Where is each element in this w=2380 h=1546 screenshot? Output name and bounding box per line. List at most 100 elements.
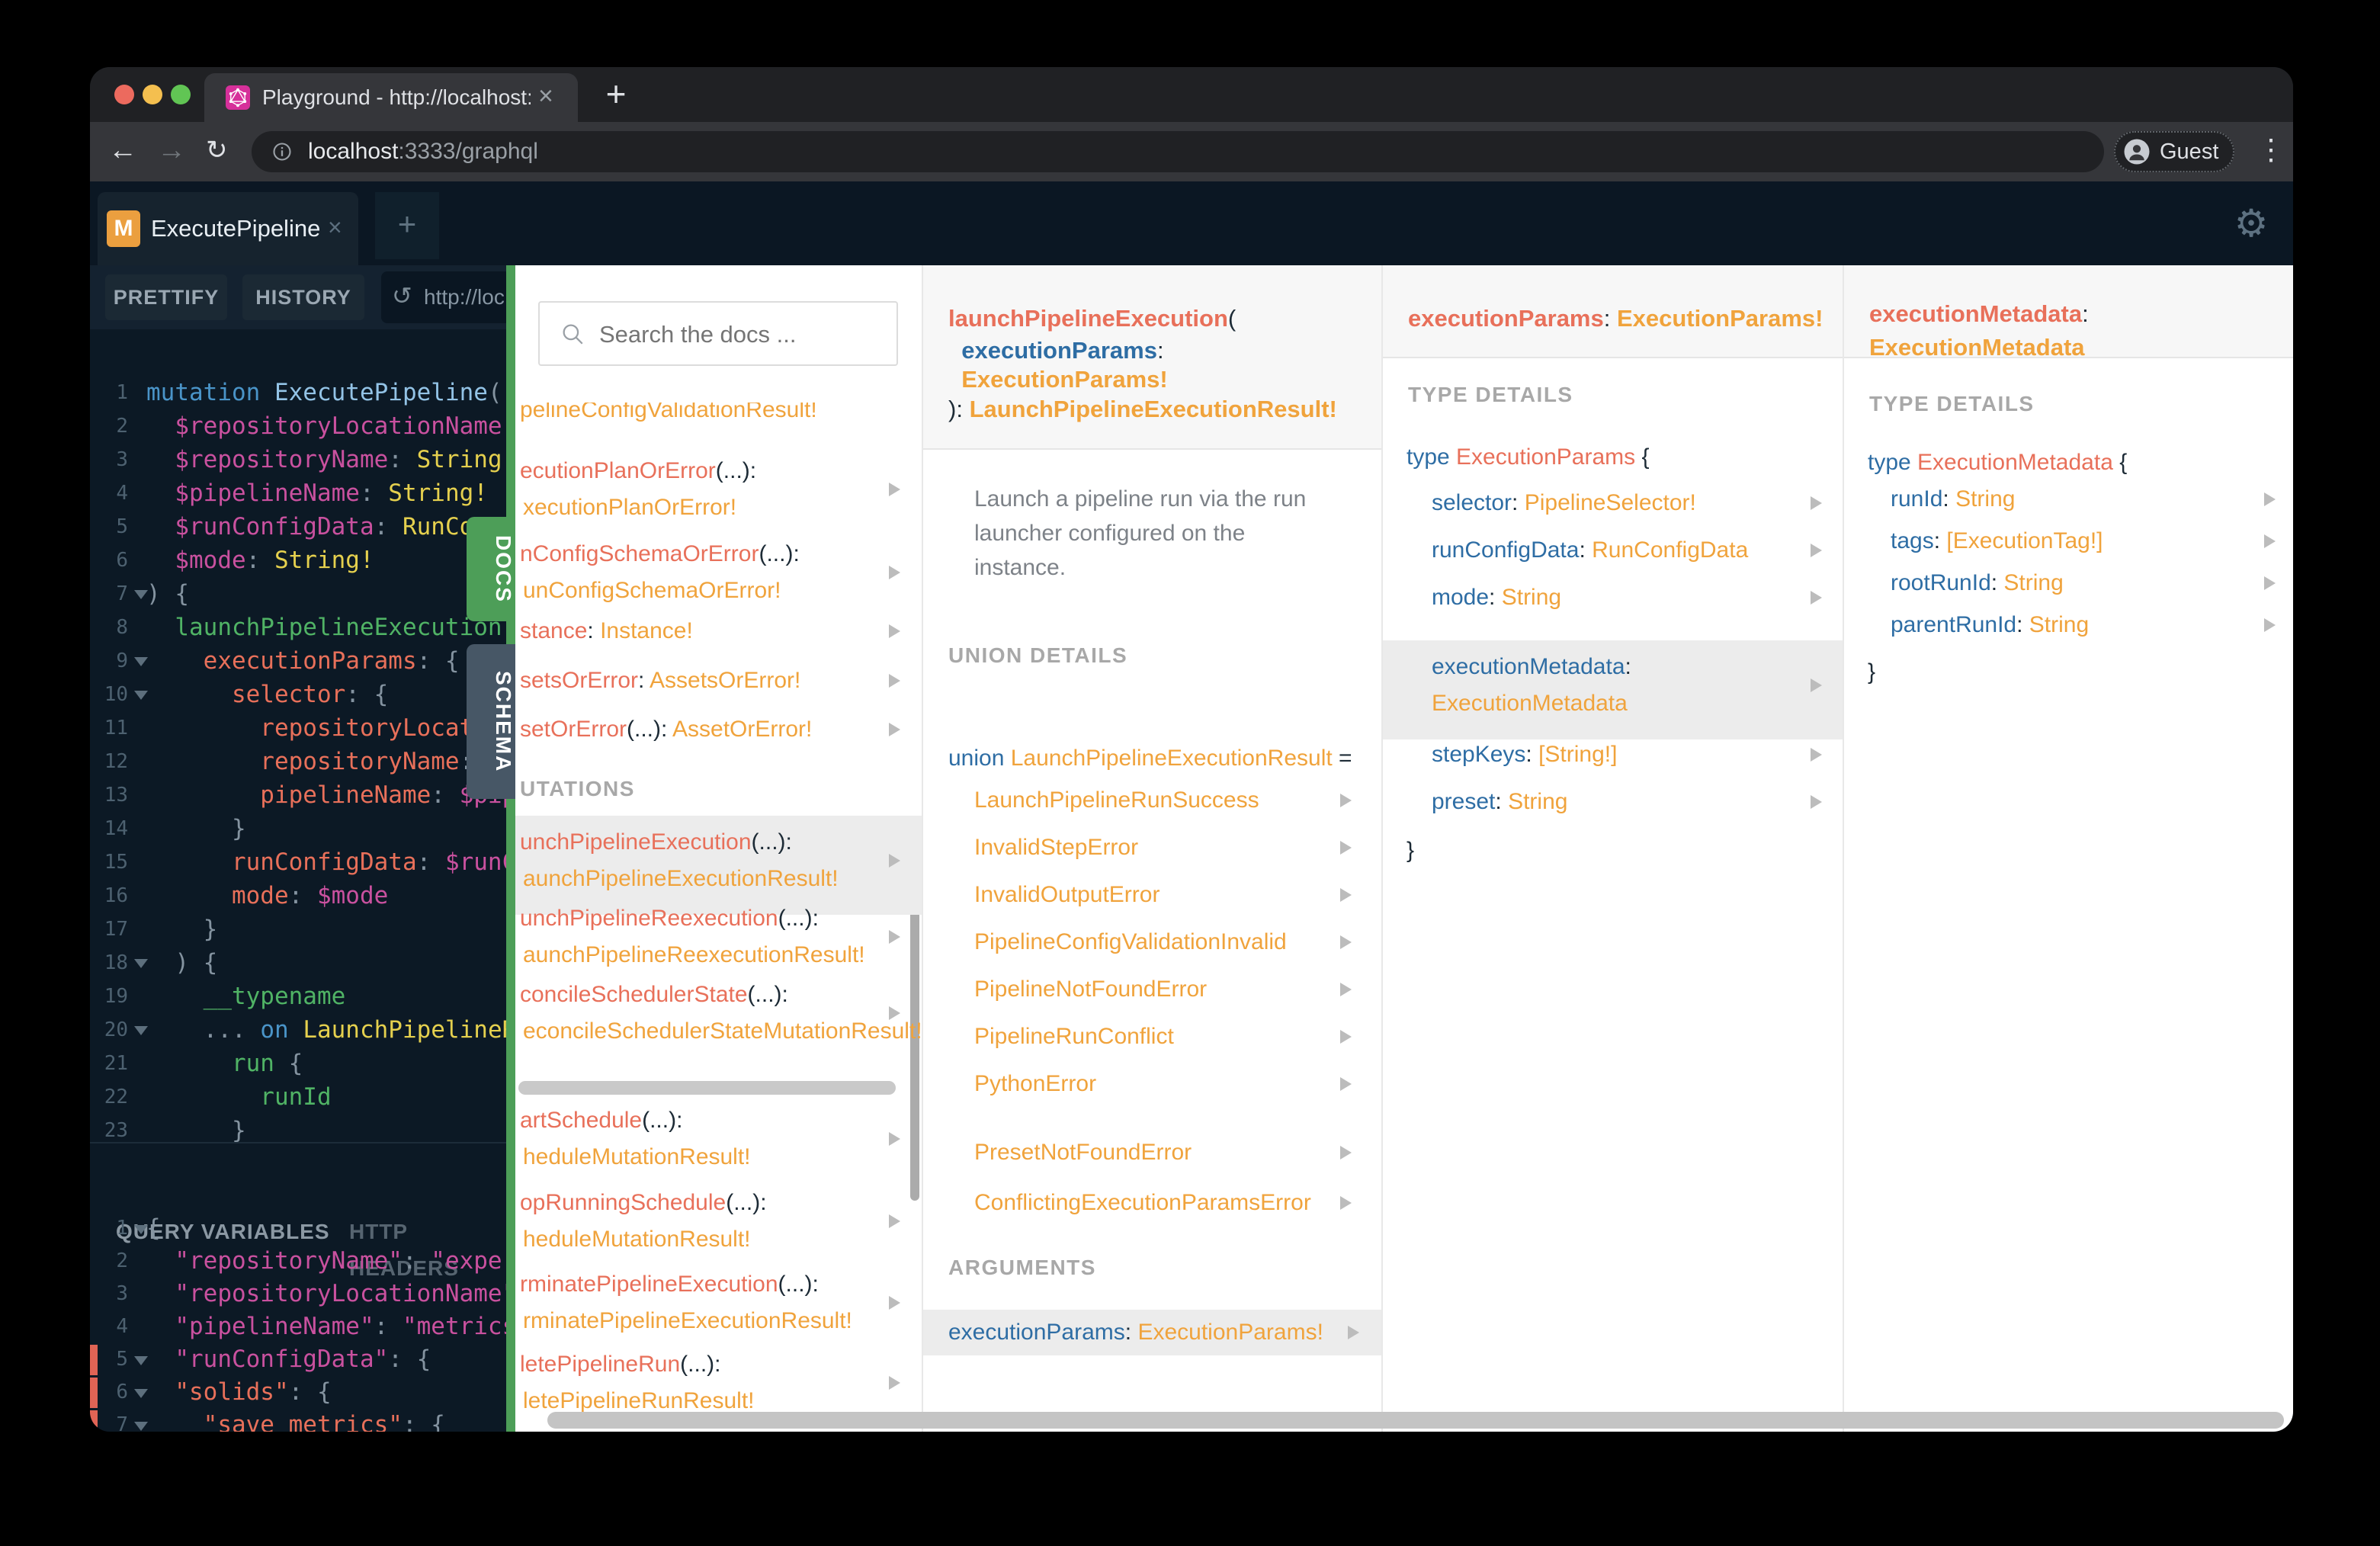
chevron-right-icon[interactable]: [1340, 1146, 1352, 1160]
doc-list-item[interactable]: rootRunId: String: [1891, 569, 2064, 598]
chevron-right-icon[interactable]: [1348, 1326, 1359, 1339]
traffic-light-minimize[interactable]: [143, 85, 162, 104]
browser-menu-icon[interactable]: ⋮: [2257, 122, 2285, 181]
doc-list-item[interactable]: nConfigSchemaOrError(...):: [520, 540, 800, 569]
chevron-right-icon[interactable]: [1340, 1077, 1352, 1091]
chevron-right-icon[interactable]: [1811, 795, 1822, 809]
playground-tab[interactable]: M ExecutePipeline ×: [98, 192, 358, 265]
union-member[interactable]: InvalidOutputError: [974, 880, 1160, 909]
doc-list-item[interactable]: artSchedule(...):: [520, 1106, 682, 1135]
doc-list-item-type[interactable]: aunchPipelineReexecutionResult!: [523, 941, 865, 970]
union-member[interactable]: LaunchPipelineRunSuccess: [974, 786, 1259, 815]
traffic-light-close[interactable]: [114, 85, 134, 104]
chevron-right-icon[interactable]: [889, 483, 900, 496]
history-button[interactable]: HISTORY: [242, 274, 364, 320]
endpoint-input[interactable]: ↺ http://loc: [381, 271, 506, 323]
doc-list-item[interactable]: selector: PipelineSelector!: [1432, 489, 1696, 518]
variables-divider[interactable]: [90, 1142, 506, 1143]
doc-list-item[interactable]: preset: String: [1432, 787, 1567, 816]
chevron-right-icon[interactable]: [1811, 678, 1822, 692]
union-member[interactable]: PipelineConfigValidationInvalid: [974, 928, 1287, 957]
chevron-right-icon[interactable]: [1811, 591, 1822, 605]
chevron-right-icon[interactable]: [1340, 1196, 1352, 1210]
doc-list-item[interactable]: runConfigData: RunConfigData: [1432, 536, 1748, 565]
chevron-right-icon[interactable]: [889, 1006, 900, 1020]
chevron-right-icon[interactable]: [2264, 618, 2276, 632]
search-input[interactable]: [598, 303, 890, 366]
argument-item[interactable]: executionParams: ExecutionParams!: [948, 1318, 1323, 1347]
doc-list-item-type[interactable]: ExecutionMetadata: [1432, 689, 1628, 718]
playground-tab-close-icon[interactable]: ×: [328, 192, 342, 265]
chevron-right-icon[interactable]: [1811, 544, 1822, 557]
docs-horizontal-scrollbar[interactable]: [547, 1412, 2284, 1429]
doc-list-item[interactable]: mode: String: [1432, 583, 1561, 612]
column-horizontal-scrollbar[interactable]: [518, 1081, 896, 1095]
doc-list-item[interactable]: parentRunId: String: [1891, 611, 2089, 640]
doc-list-item[interactable]: runId: String: [1891, 485, 2015, 514]
doc-list-item[interactable]: stepKeys: [String!]: [1432, 740, 1617, 769]
site-info-icon[interactable]: [271, 141, 293, 162]
chevron-right-icon[interactable]: [2264, 576, 2276, 590]
tab-schema[interactable]: SCHEMA: [467, 644, 515, 799]
chevron-right-icon[interactable]: [889, 854, 900, 868]
doc-list-item[interactable]: opRunningSchedule(...):: [520, 1188, 767, 1217]
chevron-right-icon[interactable]: [889, 1132, 900, 1146]
doc-list-item-type[interactable]: rminatePipelineExecutionResult!: [523, 1307, 852, 1336]
union-member[interactable]: PythonError: [974, 1070, 1096, 1099]
chevron-right-icon[interactable]: [2264, 492, 2276, 506]
settings-gear-icon[interactable]: ⚙: [2226, 197, 2276, 250]
chevron-right-icon[interactable]: [889, 1296, 900, 1310]
chevron-right-icon[interactable]: [1340, 794, 1352, 807]
chevron-right-icon[interactable]: [889, 930, 900, 944]
chevron-right-icon[interactable]: [1340, 1030, 1352, 1044]
doc-list-item[interactable]: setsOrError: AssetsOrError!: [520, 666, 800, 695]
chevron-right-icon[interactable]: [2264, 534, 2276, 548]
doc-list-item[interactable]: unchPipelineReexecution(...):: [520, 904, 819, 933]
profile-button[interactable]: Guest: [2114, 131, 2234, 172]
tab-close-icon[interactable]: ×: [538, 73, 553, 122]
doc-list-item-type[interactable]: heduleMutationResult!: [523, 1225, 751, 1254]
doc-list-item-type[interactable]: heduleMutationResult!: [523, 1143, 751, 1172]
doc-list-item-type[interactable]: xecutionPlanOrError!: [523, 493, 736, 522]
chevron-right-icon[interactable]: [889, 1376, 900, 1390]
union-member[interactable]: PipelineRunConflict: [974, 1022, 1174, 1051]
chevron-right-icon[interactable]: [889, 1214, 900, 1228]
chevron-right-icon[interactable]: [889, 566, 900, 579]
address-bar[interactable]: localhost:3333/graphql: [252, 131, 2104, 172]
tab-docs[interactable]: DOCS: [467, 517, 515, 621]
chevron-right-icon[interactable]: [1340, 983, 1352, 996]
browser-tab[interactable]: Playground - http://localhost:3 ×: [204, 73, 578, 122]
back-button[interactable]: ←: [108, 122, 137, 181]
union-member[interactable]: PipelineNotFoundError: [974, 975, 1207, 1004]
chevron-right-icon[interactable]: [889, 674, 900, 688]
chevron-right-icon[interactable]: [889, 723, 900, 736]
traffic-light-zoom[interactable]: [171, 85, 191, 104]
doc-list-item[interactable]: executionMetadata:: [1432, 653, 1631, 682]
new-tab-button[interactable]: +: [593, 67, 639, 122]
union-member[interactable]: PresetNotFoundError: [974, 1138, 1192, 1167]
doc-list-item[interactable]: concileSchedulerState(...):: [520, 980, 788, 1009]
chevron-right-icon[interactable]: [1340, 888, 1352, 902]
playground-new-tab-button[interactable]: +: [375, 192, 439, 259]
docs-search[interactable]: [538, 301, 898, 366]
union-member[interactable]: ConflictingExecutionParamsError: [974, 1188, 1311, 1217]
doc-list-item[interactable]: rminatePipelineExecution(...):: [520, 1270, 819, 1299]
doc-list-item[interactable]: stance: Instance!: [520, 617, 693, 646]
doc-list-item-type[interactable]: econcileSchedulerStateMutationResult!: [523, 1017, 922, 1046]
chevron-right-icon[interactable]: [889, 624, 900, 638]
chevron-right-icon[interactable]: [1340, 841, 1352, 855]
doc-list-item-type[interactable]: unConfigSchemaOrError!: [523, 576, 781, 605]
reload-button[interactable]: ↻: [206, 122, 228, 181]
doc-list-item[interactable]: unchPipelineExecution(...):: [520, 828, 792, 857]
doc-list-item-type[interactable]: aunchPipelineExecutionResult!: [523, 864, 839, 893]
undo-icon[interactable]: ↺: [392, 271, 412, 323]
docs-panel-edge[interactable]: [506, 265, 515, 1432]
doc-list-item[interactable]: tags: [ExecutionTag!]: [1891, 527, 2103, 556]
chevron-right-icon[interactable]: [1340, 935, 1352, 949]
doc-list-item[interactable]: letePipelineRun(...):: [520, 1350, 720, 1379]
prettify-button[interactable]: PRETTIFY: [105, 274, 227, 320]
union-member[interactable]: InvalidStepError: [974, 833, 1138, 862]
chevron-right-icon[interactable]: [1811, 496, 1822, 510]
doc-list-item[interactable]: ecutionPlanOrError(...):: [520, 457, 756, 486]
forward-button[interactable]: →: [157, 122, 186, 181]
